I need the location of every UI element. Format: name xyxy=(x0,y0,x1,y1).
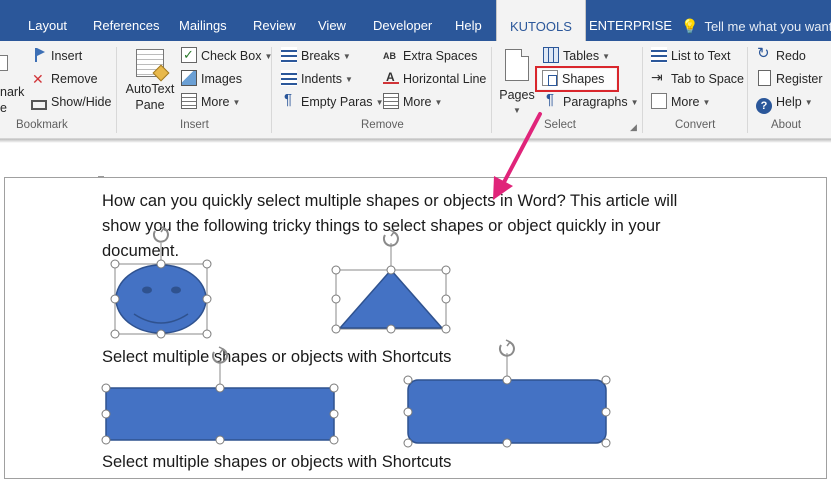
rounded-rectangle-shape-2[interactable] xyxy=(407,379,607,444)
rotate-handle-icon[interactable] xyxy=(152,225,515,364)
document-shapes xyxy=(101,225,611,448)
triangle-shape[interactable] xyxy=(335,268,447,330)
smiley-shape[interactable] xyxy=(114,263,208,335)
rectangle-shape-1[interactable] xyxy=(105,387,335,441)
